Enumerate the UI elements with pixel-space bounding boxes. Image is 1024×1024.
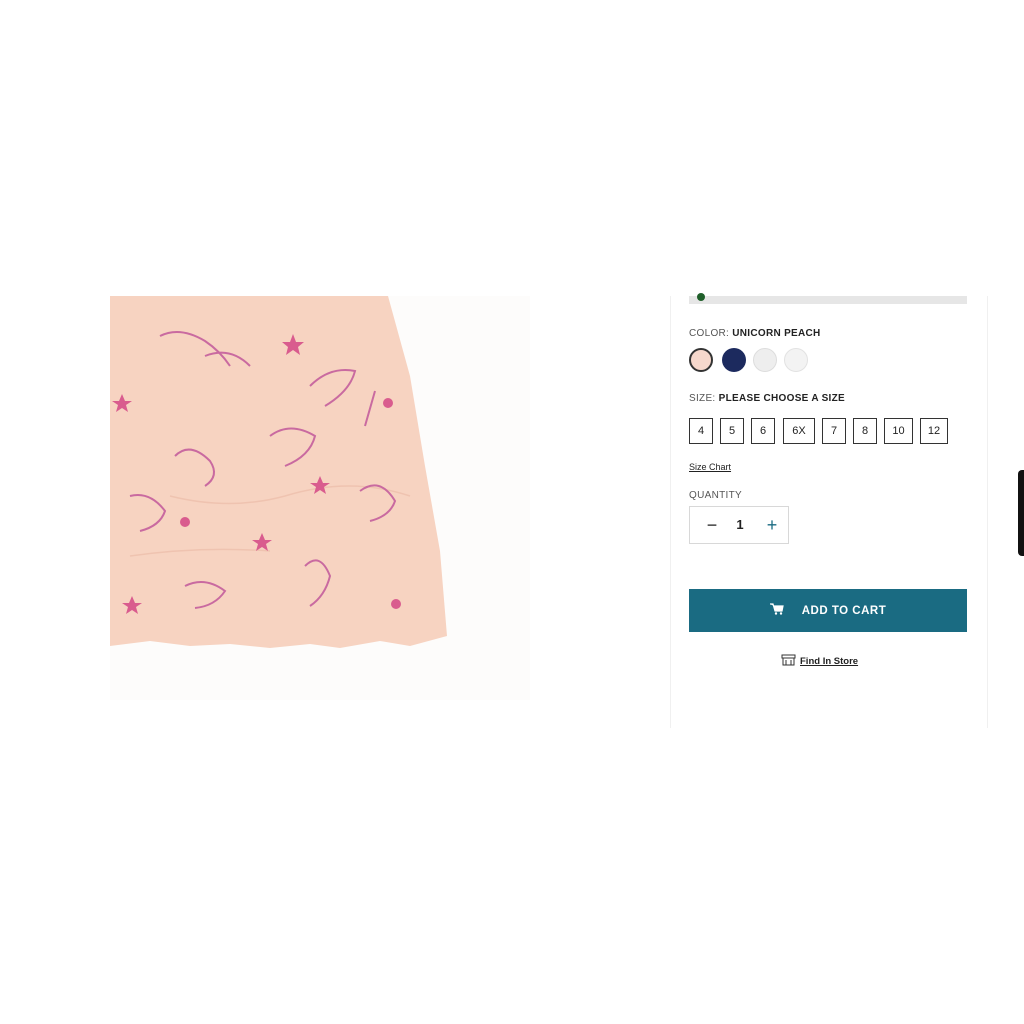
size-option-12[interactable]: 12: [920, 418, 948, 444]
size-option-6[interactable]: 6: [751, 418, 775, 444]
size-prompt: PLEASE CHOOSE A SIZE: [718, 393, 845, 404]
swatch-light-grey[interactable]: [784, 348, 808, 372]
add-to-cart-button[interactable]: ADD TO CART: [689, 589, 967, 632]
swatch-unicorn-peach[interactable]: [689, 348, 713, 372]
dress-illustration: [110, 296, 447, 648]
quantity-label: QUANTITY: [689, 490, 742, 501]
store-icon: [781, 654, 796, 669]
selected-color-name: UNICORN PEACH: [732, 328, 821, 339]
quantity-decrease-button[interactable]: −: [700, 511, 724, 539]
size-option-8[interactable]: 8: [853, 418, 877, 444]
size-option-7[interactable]: 7: [822, 418, 846, 444]
rewards-banner: [689, 293, 967, 304]
size-option-4[interactable]: 4: [689, 418, 713, 444]
swatch-white-print[interactable]: [753, 348, 777, 372]
size-label: SIZE: PLEASE CHOOSE A SIZE: [689, 393, 845, 404]
cart-icon: [769, 603, 784, 618]
product-options-panel: COLOR: UNICORN PEACH SIZE: PLEASE CHOOSE…: [670, 293, 988, 728]
product-image: [110, 296, 530, 700]
swatch-navy[interactable]: [722, 348, 746, 372]
side-feedback-tab[interactable]: [1018, 470, 1024, 556]
size-option-6x[interactable]: 6X: [783, 418, 815, 444]
rewards-icon: [697, 293, 705, 301]
quantity-stepper: − 1 +: [689, 506, 789, 544]
quantity-increase-button[interactable]: +: [760, 511, 784, 539]
size-option-10[interactable]: 10: [884, 418, 913, 444]
find-in-store-link[interactable]: Find In Store: [781, 654, 858, 669]
color-label: COLOR: UNICORN PEACH: [689, 328, 821, 339]
size-option-5[interactable]: 5: [720, 418, 744, 444]
add-to-cart-label: ADD TO CART: [801, 604, 887, 617]
size-chart-link[interactable]: Size Chart: [689, 462, 731, 472]
quantity-value[interactable]: 1: [728, 511, 752, 539]
find-in-store-label: Find In Store: [800, 656, 859, 667]
